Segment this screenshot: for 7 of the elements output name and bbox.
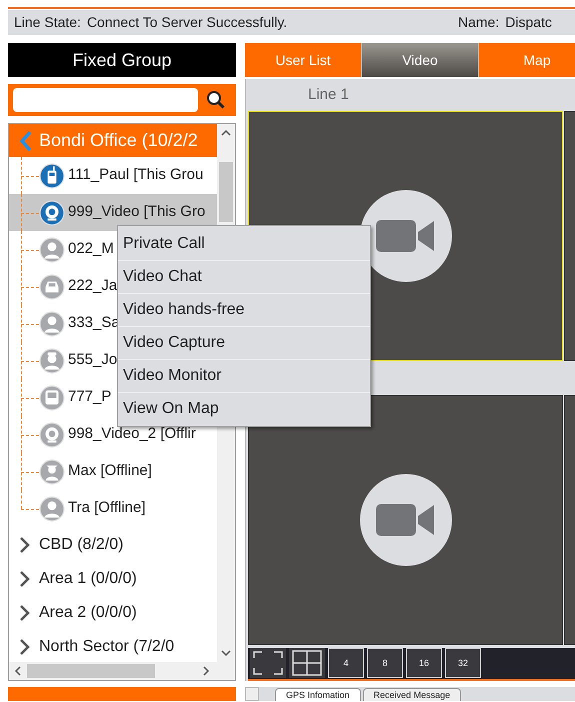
panel-title: Fixed Group: [8, 43, 236, 77]
group-label: Bondi Office (10/2/2: [39, 129, 198, 152]
line-label: Line 1: [308, 84, 349, 105]
status-value: Connect To Server Successfully.: [86, 13, 288, 32]
status-label: Name:: [458, 13, 500, 32]
status-value: Dispatc: [505, 13, 552, 32]
status-label: Line State:: [14, 13, 81, 32]
